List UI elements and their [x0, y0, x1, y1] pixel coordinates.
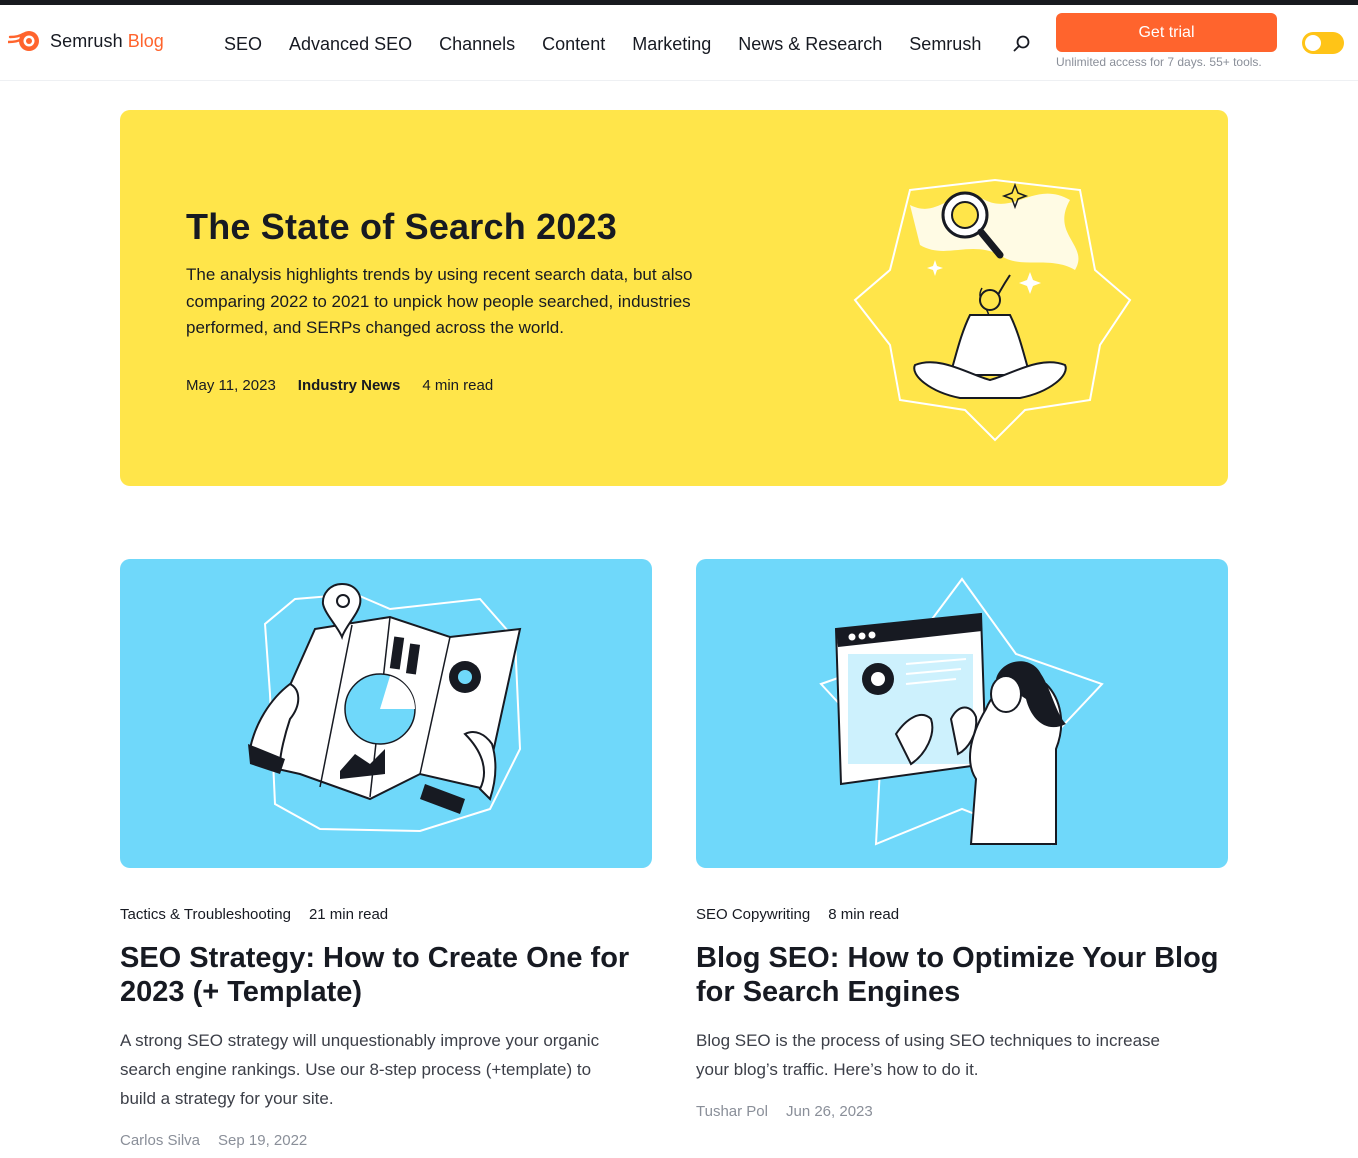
card-date: Jun 26, 2023 — [785, 1103, 873, 1120]
meditation-search-illustration — [853, 178, 1132, 442]
theme-toggle[interactable] — [1302, 32, 1344, 54]
brand-suffix: Blog — [127, 30, 164, 51]
brand-name: Semrush — [50, 30, 123, 51]
card-description: A strong SEO strategy will unquestionabl… — [120, 1031, 600, 1108]
trial-note: Unlimited access for 7 days. 55+ tools. — [1056, 55, 1262, 69]
card-meta: Tactics & Troubleshooting 21 min read — [120, 906, 406, 923]
nav-item-news-research[interactable]: News & Research — [738, 34, 882, 55]
nav-item-seo[interactable]: SEO — [224, 34, 262, 55]
site-header: Semrush Blog SEO Advanced SEO Channels C… — [0, 5, 1358, 81]
card-byline: Tushar Pol Jun 26, 2023 — [696, 1103, 891, 1120]
nav-item-channels[interactable]: Channels — [439, 34, 515, 55]
hero-meta: May 11, 2023 Industry News 4 min read — [186, 377, 515, 394]
card-title-link[interactable]: SEO Strategy: How to Create One for 2023… — [120, 941, 660, 1009]
nav-item-marketing[interactable]: Marketing — [632, 34, 711, 55]
hero-read-time: 4 min read — [422, 377, 494, 394]
map-illustration — [248, 582, 522, 833]
card-meta: SEO Copywriting 8 min read — [696, 906, 917, 923]
hero-description: The analysis highlights trends by using … — [186, 265, 693, 337]
card-byline: Carlos Silva Sep 19, 2022 — [120, 1132, 325, 1149]
hero-date: May 11, 2023 — [186, 377, 276, 394]
get-trial-button[interactable]: Get trial — [1056, 13, 1277, 52]
card-author-link[interactable]: Carlos Silva — [120, 1132, 200, 1149]
main-nav: SEO Advanced SEO Channels Content Market… — [224, 32, 1008, 56]
card-image-seo-strategy[interactable] — [120, 559, 652, 868]
search-icon[interactable] — [1012, 34, 1032, 54]
card-category-link[interactable]: Tactics & Troubleshooting — [120, 906, 291, 923]
card-category-link[interactable]: SEO Copywriting — [696, 906, 810, 923]
nav-item-advanced-seo[interactable]: Advanced SEO — [289, 34, 412, 55]
hero-category-link[interactable]: Industry News — [298, 377, 401, 394]
card-author-link[interactable]: Tushar Pol — [696, 1103, 768, 1120]
nav-item-content[interactable]: Content — [542, 34, 605, 55]
card-read-time: 8 min read — [828, 906, 900, 923]
semrush-flame-icon — [8, 31, 39, 51]
card-description: Blog SEO is the process of using SEO tec… — [696, 1031, 1160, 1079]
card-image-blog-seo[interactable] — [696, 559, 1228, 868]
card-read-time: 21 min read — [308, 906, 389, 923]
semrush-logo[interactable]: Semrush Blog — [8, 27, 164, 55]
toggle-knob — [1305, 35, 1321, 51]
browser-woman-illustration — [819, 577, 1104, 846]
hero-title[interactable]: The State of Search 2023 — [186, 206, 617, 248]
card-title-link[interactable]: Blog SEO: How to Optimize Your Blog for … — [696, 941, 1236, 1009]
featured-article[interactable]: The State of Search 2023 The analysis hi… — [120, 110, 1228, 486]
card-date: Sep 19, 2022 — [218, 1132, 308, 1149]
nav-item-semrush[interactable]: Semrush — [909, 34, 981, 55]
